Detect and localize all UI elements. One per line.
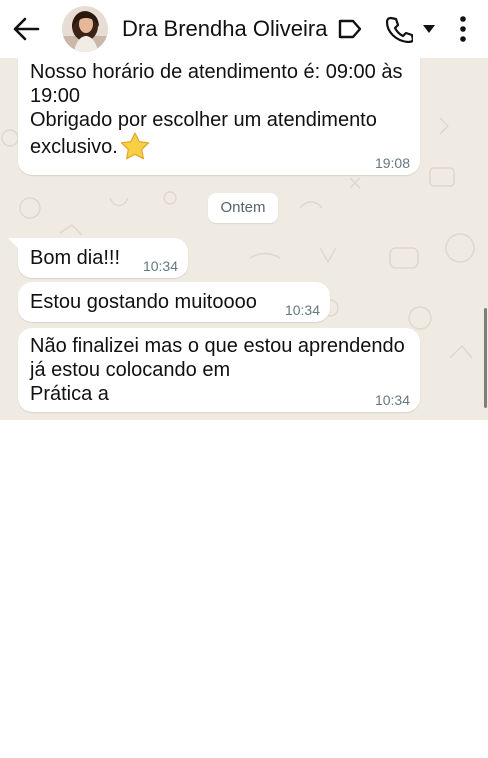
chat-area[interactable]: Nosso horário de atendimento é: 09:00 às…: [0, 58, 488, 420]
message-bubble[interactable]: Não finalizei mas o que estou aprendendo…: [18, 328, 420, 412]
message-text: Não finalizei mas o que estou aprendendo…: [30, 335, 405, 405]
message-text: Bom dia!!!: [30, 247, 121, 269]
arrow-left-icon[interactable]: [12, 16, 40, 42]
message-time: 10:34: [142, 258, 178, 274]
scrollbar[interactable]: [484, 308, 487, 408]
message-time: 10:34: [374, 392, 410, 408]
message-text: Estou gostando muitoooo: [30, 291, 257, 313]
message-bubble[interactable]: Estou gostando muitoooo 10:34: [18, 282, 330, 322]
contact-name[interactable]: Dra Brendha Oliveira: [122, 16, 327, 42]
caret-down-icon[interactable]: [422, 24, 436, 34]
more-vert-icon[interactable]: [456, 15, 470, 43]
chat-header: Dra Brendha Oliveira: [0, 0, 488, 58]
message-time: 10:34: [284, 302, 320, 318]
message-bubble[interactable]: Nosso horário de atendimento é: 09:00 às…: [18, 58, 420, 175]
phone-icon[interactable]: [385, 15, 413, 43]
message-text: Nosso horário de atendimento é: 09:00 às…: [30, 60, 402, 160]
label-icon[interactable]: [337, 18, 363, 40]
date-separator: Ontem: [208, 193, 278, 223]
star-icon: [120, 132, 149, 160]
avatar-photo: [62, 6, 108, 52]
message-time: 19:08: [374, 155, 410, 171]
message-bubble[interactable]: Bom dia!!! 10:34: [18, 238, 188, 278]
avatar[interactable]: [62, 6, 108, 52]
message-text-content: Nosso horário de atendimento é: 09:00 às…: [30, 61, 403, 158]
